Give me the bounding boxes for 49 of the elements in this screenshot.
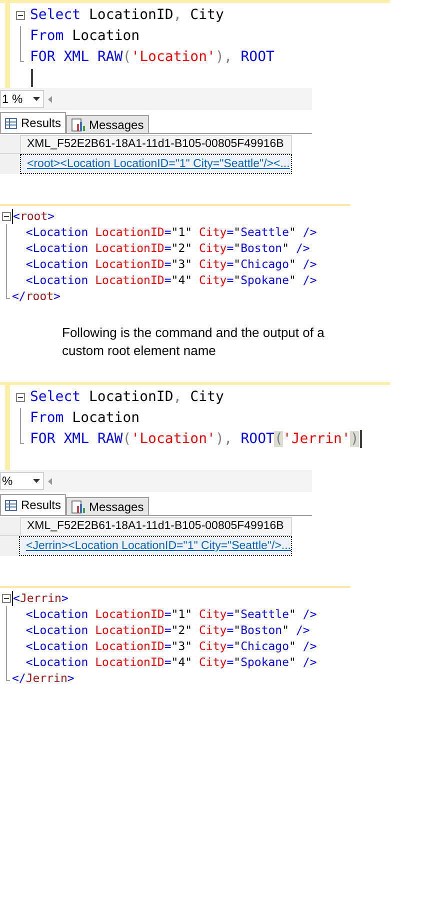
code-line: Select LocationID, City xyxy=(29,6,224,25)
results-tab[interactable]: Messages xyxy=(66,115,149,133)
collapse-icon[interactable] xyxy=(16,393,24,402)
code-line: Select LocationID, City xyxy=(29,388,224,407)
xml-line: <Location LocationID="1" City="Seattle" /> xyxy=(24,224,317,240)
zoom-dropdown[interactable]: 1 % xyxy=(0,90,44,108)
xml-line: <Location LocationID="3" City="Chicago" /> xyxy=(24,638,317,654)
row-header xyxy=(0,517,20,536)
xml-result-link[interactable]: <Jerrin><Location LocationID="1" City="Seattle"/>... xyxy=(18,536,292,556)
code-line: From Location xyxy=(29,409,140,428)
xml-line: </Jerrin> xyxy=(12,670,74,686)
zoom-dropdown[interactable]: % xyxy=(0,472,44,490)
xml-line: <Jerrin> xyxy=(12,590,68,606)
xml-line: <Location LocationID="4" City="Spokane" /> xyxy=(24,272,317,288)
xml-line: <Location LocationID="1" City="Seattle" /> xyxy=(24,606,317,622)
document-icon xyxy=(71,500,86,514)
column-header: XML_F52E2B61-18A1-11d1-B105-00805F49916B xyxy=(20,517,292,536)
scroll-left-icon[interactable] xyxy=(48,478,52,484)
caret-icon xyxy=(33,479,40,483)
row-header xyxy=(0,154,20,174)
xml-viewer[interactable]: <root> <Location LocationID="1" City="Seattle" /> <Location LocationID="2" City="Boston" /> <Location LocationID="3" City="Chicago" /> <Location LocationID="4" City="Spokane" /> </root> xyxy=(0,208,350,304)
results-tab[interactable]: Results xyxy=(0,112,66,133)
caret-icon xyxy=(33,97,40,101)
row-header xyxy=(0,135,20,154)
code-editor[interactable]: Select LocationID, City From Location FOR XML RAW('Location'), ROOT('Jerrin') xyxy=(10,385,362,470)
scroll-left-icon[interactable] xyxy=(48,96,52,102)
xml-line: <root> xyxy=(12,208,55,224)
code-line: FOR XML RAW('Location'), ROOT xyxy=(29,48,274,67)
code-editor[interactable]: Select LocationID, City From Location FOR XML RAW('Location'), ROOT xyxy=(10,3,274,88)
xml-line: <Location LocationID="3" City="Chicago" /> xyxy=(24,256,317,272)
xml-line: </root> xyxy=(12,288,60,304)
column-header: XML_F52E2B61-18A1-11d1-B105-00805F49916B xyxy=(20,135,292,154)
row-header xyxy=(0,536,19,556)
collapse-icon[interactable] xyxy=(2,212,10,220)
grid-icon xyxy=(5,500,17,510)
document-icon xyxy=(71,118,86,132)
collapse-icon[interactable] xyxy=(16,11,24,20)
xml-viewer[interactable]: <Jerrin> <Location LocationID="1" City="Seattle" /> <Location LocationID="2" City="Boston" /> <Location LocationID="3" City="Chicago" /> <Location LocationID="4" City="Spokane" /> </Jerrin> xyxy=(0,590,350,686)
code-line: From Location xyxy=(29,27,140,46)
xml-result-link[interactable]: <root><Location LocationID="1" City="Seattle"/><... xyxy=(20,154,292,174)
xml-line: <Location LocationID="4" City="Spokane" /> xyxy=(24,654,317,670)
xml-line: <Location LocationID="2" City="Boston" /> xyxy=(24,622,310,638)
xml-line: <Location LocationID="2" City="Boston" /> xyxy=(24,240,310,256)
caption-text: Following is the command and the output of a custom root element name xyxy=(62,324,326,360)
grid-icon xyxy=(5,118,17,128)
code-line: FOR XML RAW('Location'), ROOT('Jerrin') xyxy=(26,429,362,450)
results-tab[interactable]: Messages xyxy=(66,497,149,515)
collapse-icon[interactable] xyxy=(2,594,10,602)
results-tab[interactable]: Results xyxy=(0,494,66,515)
